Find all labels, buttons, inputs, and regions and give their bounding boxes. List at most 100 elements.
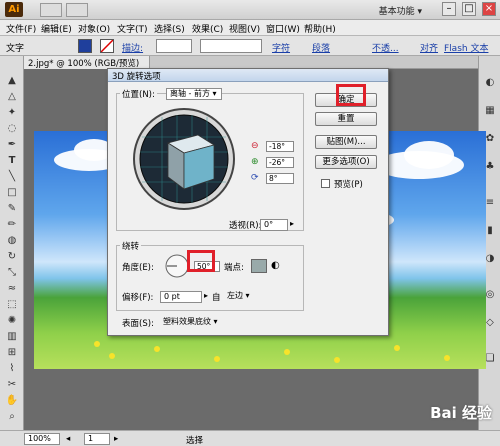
next-artboard-icon[interactable]: ▸ bbox=[114, 434, 118, 444]
y-axis-rotate-icon: ⊕ bbox=[251, 157, 259, 167]
menu-edit[interactable]: 编辑(E) bbox=[41, 22, 72, 35]
maximize-icon[interactable]: □ bbox=[462, 2, 476, 16]
cloud bbox=[404, 141, 454, 169]
blob-brush-icon[interactable]: ◍ bbox=[5, 234, 19, 248]
menu-window[interactable]: 窗口(W) bbox=[266, 22, 300, 35]
flower bbox=[214, 356, 220, 362]
menu-effect[interactable]: 效果(C) bbox=[192, 22, 223, 35]
paintbrush-tool-icon[interactable]: ✎ bbox=[5, 202, 19, 216]
minimize-icon[interactable]: – bbox=[442, 2, 456, 16]
tools-panel: ▲ △ ✦ ◌ ✒ T ╲ □ ✎ ✏ ◍ ↻ ⤡ ≈ ⬚ ✺ ▥ ⊞ ⌇ ✂ … bbox=[0, 56, 24, 430]
position-label: 位置(N): bbox=[120, 88, 157, 100]
stroke-swatch[interactable] bbox=[100, 39, 114, 53]
perspective-field[interactable]: 0° bbox=[260, 219, 288, 231]
menu-object[interactable]: 对象(O) bbox=[78, 22, 110, 35]
angle-label: 角度(E): bbox=[122, 263, 154, 273]
scissors-icon[interactable]: ✂ bbox=[5, 378, 19, 392]
prev-artboard-icon[interactable]: ◂ bbox=[66, 434, 70, 444]
flower bbox=[334, 357, 340, 363]
workspace-switcher[interactable]: 基本功能 ▾ bbox=[379, 4, 422, 17]
line-tool-icon[interactable]: ╲ bbox=[5, 170, 19, 184]
character-link[interactable]: 字符 bbox=[272, 41, 290, 54]
control-label: 文字 bbox=[6, 44, 25, 54]
from-label: 自 bbox=[212, 293, 221, 303]
warp-tool-icon[interactable]: ≈ bbox=[5, 282, 19, 296]
menu-help[interactable]: 帮助(H) bbox=[304, 22, 336, 35]
perspective-label: 透视(R): bbox=[229, 221, 262, 231]
scale-tool-icon[interactable]: ⤡ bbox=[5, 266, 19, 280]
surface-label: 表面(S): bbox=[122, 319, 154, 329]
menu-type[interactable]: 文字(T) bbox=[117, 22, 148, 35]
arrange-docs-button[interactable] bbox=[66, 3, 88, 17]
stroke-weight-field[interactable] bbox=[156, 39, 192, 53]
flower bbox=[154, 346, 160, 352]
bridge-button[interactable] bbox=[40, 3, 62, 17]
flash-text-link[interactable]: Flash 文本 bbox=[444, 41, 488, 54]
free-transform-icon[interactable]: ⬚ bbox=[5, 298, 19, 312]
revolve-group-label: 绕转 bbox=[120, 240, 142, 252]
z-rotation-field[interactable]: 8° bbox=[266, 173, 294, 184]
zoom-dropdown[interactable]: 100% bbox=[24, 433, 60, 445]
menu-view[interactable]: 视图(V) bbox=[229, 22, 260, 35]
position-dropdown[interactable]: 离轴 - 前方 ▾ bbox=[166, 88, 222, 100]
more-options-button[interactable]: 更多选项(O) bbox=[315, 155, 377, 169]
flower bbox=[284, 349, 290, 355]
from-dropdown[interactable]: 左边 ▾ bbox=[224, 291, 258, 303]
type-tool-icon[interactable]: T bbox=[5, 154, 19, 168]
z-axis-rotate-icon: ⟳ bbox=[251, 173, 259, 183]
control-bar: 文字 描边: 字符 段落 不透... 对齐 Flash 文本 bbox=[0, 36, 500, 56]
flower bbox=[444, 355, 450, 361]
menu-file[interactable]: 文件(F) bbox=[6, 22, 36, 35]
artboard-field[interactable]: 1 bbox=[84, 433, 110, 445]
3d-revolve-options-dialog: 3D 旋转选项 位置(N): 离轴 - 前方 ▾ ⊖ -18° ⊕ -26° ⟳… bbox=[107, 68, 389, 336]
lasso-tool-icon[interactable]: ◌ bbox=[5, 122, 19, 136]
offset-field[interactable]: 0 pt bbox=[160, 291, 202, 303]
preview-label: 预览(P) bbox=[334, 180, 363, 190]
hand-tool-icon[interactable]: ✋ bbox=[5, 394, 19, 408]
selection-tool-icon[interactable]: ▲ bbox=[5, 74, 19, 88]
align-link[interactable]: 对齐 bbox=[420, 41, 438, 54]
highlight-ok-annotation bbox=[336, 84, 366, 106]
stroke-link[interactable]: 描边: bbox=[122, 41, 143, 54]
surface-value: 塑料效果底纹 bbox=[163, 317, 211, 326]
direct-selection-tool-icon[interactable]: △ bbox=[5, 90, 19, 104]
fill-swatch[interactable] bbox=[78, 39, 92, 53]
menu-bar: 文件(F) 编辑(E) 对象(O) 文字(T) 选择(S) 效果(C) 视图(V… bbox=[0, 20, 500, 36]
opacity-link[interactable]: 不透... bbox=[372, 41, 399, 54]
perspective-stepper-icon[interactable]: ▸ bbox=[290, 219, 294, 228]
app-logo: Ai bbox=[5, 2, 23, 17]
highlight-angle-annotation bbox=[187, 250, 215, 272]
cap-off-icon[interactable]: ◐ bbox=[271, 260, 280, 271]
menu-select[interactable]: 选择(S) bbox=[154, 22, 185, 35]
eyedropper-icon[interactable]: ⌇ bbox=[5, 362, 19, 376]
rotate-tool-icon[interactable]: ↻ bbox=[5, 250, 19, 264]
magic-wand-icon[interactable]: ✦ bbox=[5, 106, 19, 120]
y-rotation-field[interactable]: -26° bbox=[266, 157, 294, 168]
pen-tool-icon[interactable]: ✒ bbox=[5, 138, 19, 152]
offset-stepper-icon[interactable]: ▸ bbox=[204, 291, 208, 300]
reset-button[interactable]: 重置 bbox=[315, 112, 377, 126]
pencil-tool-icon[interactable]: ✏ bbox=[5, 218, 19, 232]
surface-dropdown[interactable]: 塑料效果底纹 ▾ bbox=[160, 317, 230, 329]
flower bbox=[109, 353, 115, 359]
cap-on-icon[interactable] bbox=[251, 259, 267, 273]
symbol-sprayer-icon[interactable]: ✺ bbox=[5, 314, 19, 328]
flower bbox=[394, 345, 400, 351]
track-cube-widget[interactable] bbox=[132, 107, 236, 211]
close-icon[interactable]: × bbox=[482, 2, 496, 16]
zoom-tool-icon[interactable]: ⌕ bbox=[5, 410, 19, 424]
rectangle-tool-icon[interactable]: □ bbox=[5, 186, 19, 200]
swatches-panel-icon[interactable]: ▦ bbox=[483, 104, 497, 118]
offset-label: 偏移(F): bbox=[122, 293, 154, 303]
paragraph-link[interactable]: 段落 bbox=[312, 41, 330, 54]
status-bar: 100% ◂ 1 ▸ 选择 bbox=[0, 430, 500, 446]
graph-tool-icon[interactable]: ▥ bbox=[5, 330, 19, 344]
map-art-button[interactable]: 贴图(M)... bbox=[315, 135, 377, 149]
color-panel-icon[interactable]: ◐ bbox=[483, 76, 497, 90]
style-field[interactable] bbox=[200, 39, 262, 53]
x-rotation-field[interactable]: -18° bbox=[266, 141, 294, 152]
dialog-title: 3D 旋转选项 bbox=[108, 69, 388, 82]
preview-checkbox[interactable] bbox=[321, 179, 330, 188]
watermark: Bai 经验 bbox=[430, 404, 492, 422]
mesh-tool-icon[interactable]: ⊞ bbox=[5, 346, 19, 360]
